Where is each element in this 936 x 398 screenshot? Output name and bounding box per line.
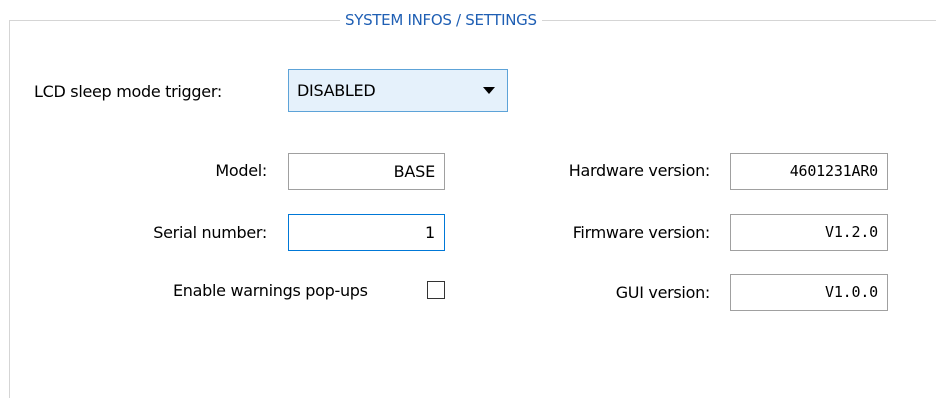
model-field[interactable]: BASE [288, 153, 445, 190]
model-label: Model: [215, 161, 267, 180]
enable-warnings-checkbox[interactable] [427, 281, 445, 299]
gui-version-field[interactable]: V1.0.0 [730, 274, 888, 311]
lcd-sleep-mode-label: LCD sleep mode trigger: [34, 82, 222, 101]
chevron-down-icon [483, 87, 495, 94]
hardware-version-field[interactable]: 4601231AR0 [730, 153, 888, 190]
enable-warnings-label: Enable warnings pop-ups [173, 281, 368, 300]
firmware-version-field[interactable]: V1.2.0 [730, 214, 888, 251]
group-title: SYSTEM INFOS / SETTINGS [340, 11, 542, 29]
serial-number-label: Serial number: [153, 223, 267, 242]
hardware-version-label: Hardware version: [568, 161, 711, 180]
firmware-version-label: Firmware version: [572, 223, 711, 242]
serial-number-field[interactable]: 1 [288, 214, 445, 251]
lcd-sleep-mode-selected-value: DISABLED [297, 81, 376, 100]
lcd-sleep-mode-select[interactable]: DISABLED [288, 69, 508, 112]
system-infos-settings-panel: SYSTEM INFOS / SETTINGS LCD sleep mode t… [0, 0, 936, 398]
gui-version-label: GUI version: [615, 283, 711, 302]
groupbox-border-left [9, 20, 10, 398]
